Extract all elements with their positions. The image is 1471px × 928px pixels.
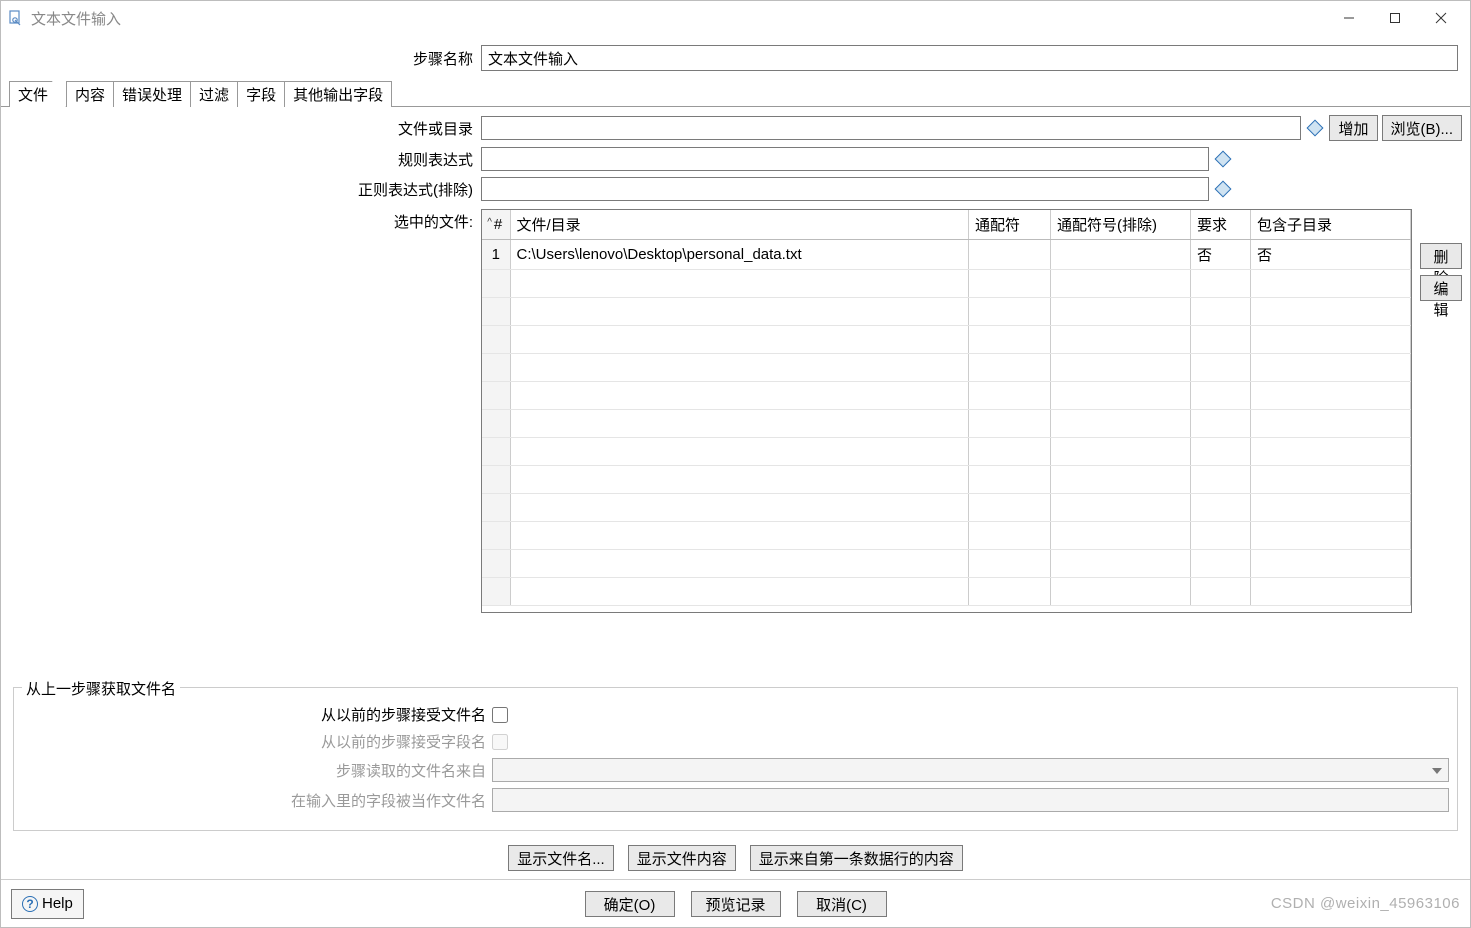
file-or-dir-label: 文件或目录 [9,118,481,139]
preview-button[interactable]: 预览记录 [691,891,781,917]
window-title: 文本文件输入 [31,8,121,29]
file-or-dir-input[interactable] [481,116,1301,140]
app-icon [7,9,25,27]
accept-filename-label: 从以前的步骤接受文件名 [22,704,492,725]
tab-body-file: 文件或目录 增加 浏览(B)... 规则表达式 正则表达式(排除) [1,107,1470,879]
tab-strip: 文件 内容 错误处理 过滤 字段 其他输出字段 [1,81,1470,107]
table-header-row: ^# 文件/目录 通配符 通配符号(排除) 要求 包含子目录 [482,210,1411,240]
cell-wildcard[interactable] [969,240,1051,270]
field-as-filename-input [492,788,1449,812]
maximize-button[interactable] [1372,3,1418,33]
cell-num: 1 [482,240,510,270]
footer-center-buttons: 确定(O) 预览记录 取消(C) [585,891,887,917]
variable-icon[interactable] [1307,120,1324,137]
table-row[interactable]: . [482,550,1411,578]
selected-files-label: 选中的文件: [9,209,481,232]
table-row[interactable]: . [482,438,1411,466]
regex-exclude-label: 正则表达式(排除) [9,179,481,200]
col-required[interactable]: 要求 [1191,210,1251,240]
table-row[interactable]: . [482,382,1411,410]
minimize-button[interactable] [1326,3,1372,33]
show-content-button[interactable]: 显示文件内容 [628,845,736,871]
tab-fields[interactable]: 字段 [238,81,285,107]
accept-field-label: 从以前的步骤接受字段名 [22,731,492,752]
add-button[interactable]: 增加 [1329,115,1377,141]
row-regex-exclude: 正则表达式(排除) [9,177,1462,201]
variable-icon[interactable] [1215,151,1232,168]
col-subdirs[interactable]: 包含子目录 [1251,210,1411,240]
col-wildcard[interactable]: 通配符 [969,210,1051,240]
watermark-text: CSDN @weixin_45963106 [1271,895,1460,912]
regex-label: 规则表达式 [9,149,481,170]
cancel-button[interactable]: 取消(C) [797,891,887,917]
show-filenames-button[interactable]: 显示文件名... [508,845,614,871]
table-row[interactable]: . [482,466,1411,494]
delete-button[interactable]: 删除 [1420,243,1462,269]
row-field-as-filename: 在输入里的字段被当作文件名 [22,788,1449,812]
tab-error[interactable]: 错误处理 [114,81,191,107]
footer: ? Help 确定(O) 预览记录 取消(C) CSDN @weixin_459… [1,879,1470,927]
step-name-row: 步骤名称 [1,35,1470,81]
step-source-combo [492,758,1449,782]
row-file-or-dir: 文件或目录 增加 浏览(B)... [9,115,1462,141]
regex-input[interactable] [481,147,1209,171]
accept-filename-checkbox[interactable] [492,707,508,723]
ok-button[interactable]: 确定(O) [585,891,675,917]
dialog-window: 文本文件输入 步骤名称 文件 内容 错误处理 过滤 字段 其他输出字段 文件或目… [0,0,1471,928]
help-button[interactable]: ? Help [11,889,84,919]
table-row[interactable]: . [482,298,1411,326]
mid-button-row: 显示文件名... 显示文件内容 显示来自第一条数据行的内容 [9,831,1462,879]
row-regex: 规则表达式 [9,147,1462,171]
table-row[interactable]: . [482,522,1411,550]
col-wildcard-ex[interactable]: 通配符号(排除) [1051,210,1191,240]
tab-filter[interactable]: 过滤 [191,81,238,107]
prev-step-legend: 从上一步骤获取文件名 [22,678,180,699]
variable-icon[interactable] [1215,181,1232,198]
col-num: ^# [482,210,510,240]
col-file[interactable]: 文件/目录 [510,210,969,240]
row-accept-filename: 从以前的步骤接受文件名 [22,704,1449,725]
field-as-filename-label: 在输入里的字段被当作文件名 [22,790,492,811]
table-row[interactable]: 1 C:\Users\lenovo\Desktop\personal_data.… [482,240,1411,270]
step-name-input[interactable] [481,45,1458,71]
help-icon: ? [22,896,38,912]
tab-content[interactable]: 内容 [66,81,114,107]
browse-button[interactable]: 浏览(B)... [1382,115,1463,141]
tab-other-output[interactable]: 其他输出字段 [285,81,392,107]
files-table[interactable]: ^# 文件/目录 通配符 通配符号(排除) 要求 包含子目录 1 C:\User… [482,210,1411,606]
edit-button[interactable]: 编辑 [1420,275,1462,301]
cell-wildcard-ex[interactable] [1051,240,1191,270]
accept-field-checkbox [492,734,508,750]
table-row[interactable]: . [482,494,1411,522]
table-side-buttons: 删除 编辑 [1412,209,1462,301]
tab-file[interactable]: 文件 [9,81,66,107]
row-selected-files: 选中的文件: ^# 文件/目录 通配符 通配符号(排除) 要求 包含子目录 [9,209,1462,675]
table-row[interactable]: . [482,326,1411,354]
table-row[interactable]: . [482,270,1411,298]
help-label: Help [42,895,73,912]
files-table-container: ^# 文件/目录 通配符 通配符号(排除) 要求 包含子目录 1 C:\User… [481,209,1412,613]
table-row[interactable]: . [482,354,1411,382]
step-source-label: 步骤读取的文件名来自 [22,760,492,781]
show-first-row-button[interactable]: 显示来自第一条数据行的内容 [750,845,963,871]
regex-exclude-input[interactable] [481,177,1209,201]
row-accept-field: 从以前的步骤接受字段名 [22,731,1449,752]
sort-icon: ^ [487,217,492,228]
cell-file[interactable]: C:\Users\lenovo\Desktop\personal_data.tx… [510,240,969,270]
close-button[interactable] [1418,3,1464,33]
titlebar: 文本文件输入 [1,1,1470,35]
step-name-label: 步骤名称 [1,48,481,69]
row-step-source: 步骤读取的文件名来自 [22,758,1449,782]
cell-required[interactable]: 否 [1191,240,1251,270]
cell-subdirs[interactable]: 否 [1251,240,1411,270]
table-row[interactable]: . [482,578,1411,606]
table-row[interactable]: . [482,410,1411,438]
prev-step-fieldset: 从上一步骤获取文件名 从以前的步骤接受文件名 从以前的步骤接受字段名 步骤读取的… [13,687,1458,831]
